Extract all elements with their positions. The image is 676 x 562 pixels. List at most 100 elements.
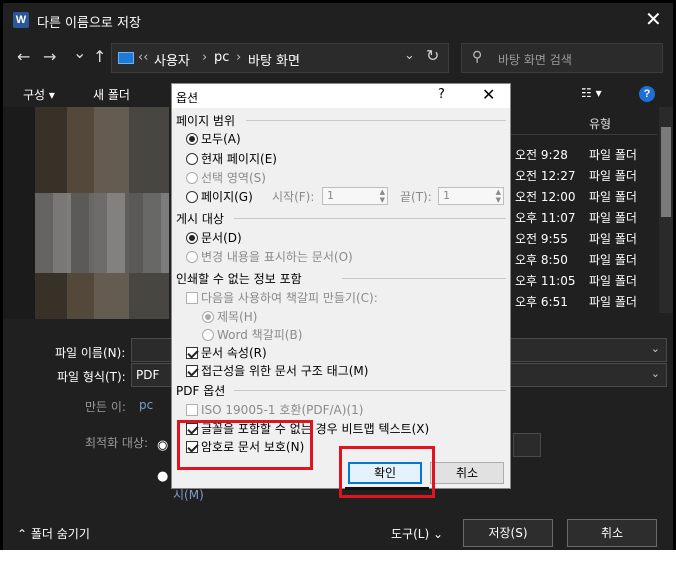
range-all-radio[interactable]: 모두(A)	[186, 130, 241, 147]
navigation-bar: ← → ⌄ ↑ ‹‹ 사용자 › pc › 바탕 화면 ⌄ ↻ ⚲ 바탕 화면 …	[3, 41, 673, 77]
headings-radio[interactable]: 제목(H)	[202, 308, 257, 325]
search-placeholder: 바탕 화면 검색	[498, 53, 572, 67]
item-type: 파일 폴더	[589, 148, 637, 162]
cancel-button[interactable]: 취소	[567, 519, 657, 547]
to-label: 끝(T):	[400, 190, 432, 204]
create-bookmarks-checkbox[interactable]: 다음을 사용하여 책갈피 만들기(C):	[186, 289, 378, 306]
refresh-icon[interactable]: ↻	[426, 46, 439, 65]
from-label: 시작(F):	[272, 190, 315, 204]
page-range-heading: 페이지 범위	[176, 114, 236, 128]
divider	[246, 120, 506, 121]
range-selection-radio[interactable]: 선택 영역(S)	[186, 169, 266, 186]
chevron-up-icon: ⌃	[17, 527, 31, 541]
highlight-box-ok	[339, 446, 435, 498]
list-item[interactable]: 오전 9:55 파일 폴더	[515, 227, 665, 247]
word-bookmarks-radio[interactable]: Word 책갈피(B)	[202, 326, 302, 343]
item-type: 파일 폴더	[589, 253, 637, 267]
filetype-value: PDF	[136, 368, 160, 382]
iso-pdfa-checkbox[interactable]: ISO 19005-1 호환(PDF/A)(1)	[186, 401, 363, 418]
scrollbar-thumb[interactable]	[661, 127, 671, 217]
forward-arrow-icon[interactable]: →	[43, 47, 56, 66]
item-time: 오후 6:51	[515, 295, 568, 309]
word-app-icon: W	[13, 12, 29, 28]
item-type: 파일 폴더	[589, 274, 637, 288]
blurred-thumbnails	[35, 193, 169, 273]
tools-menu[interactable]: 도구(L) ⌄	[391, 525, 443, 542]
options-field[interactable]	[513, 433, 541, 457]
pc-icon	[118, 52, 134, 64]
search-box[interactable]: ⚲ 바탕 화면 검색	[461, 43, 663, 73]
help-icon[interactable]: ?	[639, 86, 655, 102]
list-item[interactable]: 오전 12:00 파일 폴더	[515, 185, 665, 205]
author-value[interactable]: pc	[139, 398, 153, 412]
structure-tags-checkbox[interactable]: 접근성을 위한 문서 구조 태그(M)	[186, 362, 368, 379]
dialog-close-icon[interactable]: ✕	[482, 85, 495, 104]
dialog-title: 옵션	[176, 91, 199, 105]
file-list-header: 유형	[511, 107, 657, 135]
list-item[interactable]: 오후 6:51 파일 폴더	[515, 290, 665, 310]
to-spinner[interactable]: 1 ▲ ▼	[438, 187, 504, 205]
dialog-help-icon[interactable]: ?	[438, 87, 445, 102]
item-time: 오후 11:05	[515, 274, 576, 288]
organize-menu[interactable]: 구성 ▾	[23, 86, 55, 103]
save-as-window: W 다른 이름으로 저장 ✕ ← → ⌄ ↑ ‹‹ 사용자 › pc › 바탕 …	[0, 0, 676, 556]
navigation-pane	[3, 107, 35, 319]
divider	[234, 390, 506, 391]
optimize-label: 최적화 대상:	[85, 436, 149, 450]
range-pages-radio[interactable]: 페이지(G)	[186, 188, 253, 205]
filetype-label: 파일 형식(T):	[57, 370, 126, 384]
column-type-header[interactable]: 유형	[589, 115, 611, 132]
dialog-cancel-button[interactable]: 취소	[430, 462, 504, 484]
nonprinting-heading: 인쇄할 수 없는 정보 포함	[176, 272, 302, 286]
divider	[342, 278, 506, 279]
save-button[interactable]: 저장(S)	[463, 519, 553, 547]
page-text-strip	[0, 550, 676, 562]
from-spinner[interactable]: 1 ▲ ▼	[322, 187, 388, 205]
item-time: 오후 11:07	[515, 211, 576, 225]
item-type: 파일 폴더	[589, 232, 637, 246]
search-icon: ⚲	[472, 49, 483, 65]
item-time: 오전 12:27	[515, 169, 576, 183]
view-options-icon[interactable]: ☷ ▾	[581, 86, 602, 100]
window-close-icon[interactable]: ✕	[645, 7, 662, 31]
tools-label: 도구(L)	[391, 527, 430, 541]
breadcrumb-pc[interactable]: pc	[214, 50, 229, 65]
item-type: 파일 폴더	[589, 190, 637, 204]
item-type: 파일 폴더	[589, 169, 637, 183]
breadcrumb-desktop[interactable]: 바탕 화면	[248, 50, 300, 69]
divider	[234, 218, 506, 219]
list-item[interactable]: 오후 11:07 파일 폴더	[515, 206, 665, 226]
optimize-radio-icon[interactable]: ◉	[157, 438, 168, 453]
back-arrow-icon[interactable]: ←	[17, 47, 30, 66]
range-current-radio[interactable]: 현재 페이지(E)	[186, 150, 277, 167]
hide-folders-label: 폴더 숨기기	[30, 527, 90, 541]
new-folder-button[interactable]: 새 폴더	[93, 86, 130, 103]
list-item[interactable]: 오후 11:05 파일 폴더	[515, 269, 665, 289]
publish-markup-radio[interactable]: 변경 내용을 표시하는 문서(O)	[186, 248, 353, 265]
optimize-radio-icon[interactable]: ●	[157, 469, 168, 484]
filename-label: 파일 이름(N):	[55, 346, 126, 360]
item-type: 파일 폴더	[589, 211, 637, 225]
list-item[interactable]: 오전 12:27 파일 폴더	[515, 164, 665, 184]
hide-folders-toggle[interactable]: ⌃ 폴더 숨기기	[17, 525, 90, 542]
up-arrow-icon[interactable]: ↑	[93, 47, 106, 66]
item-type: 파일 폴더	[589, 295, 637, 309]
publish-document-radio[interactable]: 문서(D)	[186, 229, 242, 246]
address-dropdown-icon[interactable]: ⌄	[404, 48, 415, 63]
list-item[interactable]: 오전 9:28 파일 폴더	[515, 143, 665, 163]
breadcrumb-separator: ›	[202, 50, 208, 65]
chevron-down-icon[interactable]: ⌄	[651, 342, 660, 355]
item-time: 오전 9:55	[515, 232, 568, 246]
highlight-box-encrypt	[177, 420, 313, 470]
address-bar[interactable]: ‹‹ 사용자 › pc › 바탕 화면 ⌄ ↻	[111, 43, 449, 73]
title-bar: W 다른 이름으로 저장 ✕	[3, 3, 673, 37]
publish-heading: 게시 대상	[176, 212, 224, 226]
underline-mark	[345, 487, 429, 490]
breadcrumb-overflow[interactable]: ‹‹	[138, 50, 148, 65]
document-properties-checkbox[interactable]: 문서 속성(R)	[186, 344, 267, 361]
list-item[interactable]: 오후 8:50 파일 폴더	[515, 248, 665, 268]
chevron-down-icon[interactable]: ⌄	[651, 367, 660, 380]
author-label: 만든 이:	[85, 400, 126, 414]
recent-locations-chevron-icon[interactable]: ⌄	[73, 43, 86, 62]
breadcrumb-users[interactable]: 사용자	[154, 50, 190, 69]
